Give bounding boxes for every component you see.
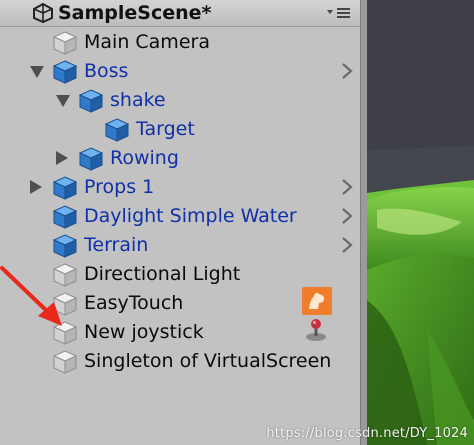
terrain-render: [367, 0, 474, 445]
prefab-cube-icon: [78, 88, 104, 114]
unity-logo-icon: [33, 3, 53, 23]
hierarchy-item-boss[interactable]: Boss: [0, 57, 362, 86]
prefab-cube-icon: [52, 59, 78, 85]
gameobject-cube-icon: [52, 349, 78, 375]
hierarchy-item-terrain[interactable]: Terrain: [0, 231, 362, 260]
prefab-cube-icon: [52, 175, 78, 201]
hierarchy-item-label: Target: [136, 118, 195, 140]
foldout-collapsed-icon[interactable]: [30, 180, 42, 194]
hierarchy-item-label: Directional Light: [84, 263, 241, 285]
prefab-open-chevron-icon[interactable]: [340, 178, 354, 196]
prefab-open-chevron-icon[interactable]: [340, 62, 354, 80]
scene-title[interactable]: SampleScene*: [58, 1, 211, 25]
hierarchy-item-label: Main Camera: [84, 31, 210, 53]
joystick-icon: [306, 319, 326, 341]
hierarchy-item-main-camera[interactable]: Main Camera: [0, 28, 362, 57]
hierarchy-item-target[interactable]: Target: [0, 115, 362, 144]
prefab-cube-icon: [52, 204, 78, 230]
hierarchy-item-label: Boss: [84, 60, 129, 82]
annotation-arrow: [0, 266, 62, 326]
hierarchy-item-label: Terrain: [84, 234, 149, 256]
easytouch-component-icon: [302, 287, 332, 315]
foldout-expanded-icon[interactable]: [56, 95, 70, 107]
hierarchy-item-label: Singleton of VirtualScreen: [84, 350, 332, 372]
hierarchy-item-label: New joystick: [84, 321, 204, 343]
foldout-expanded-icon[interactable]: [30, 66, 44, 78]
prefab-open-chevron-icon[interactable]: [340, 236, 354, 254]
hierarchy-item-shake[interactable]: shake: [0, 86, 362, 115]
hierarchy-item-rowing[interactable]: Rowing: [0, 144, 362, 173]
hierarchy-item-label: Daylight Simple Water: [84, 205, 297, 227]
hierarchy-item-label: EasyTouch: [84, 292, 184, 314]
gameobject-cube-icon: [52, 30, 78, 56]
hierarchy-item-label: Rowing: [110, 147, 179, 169]
options-menu-icon[interactable]: [326, 6, 352, 20]
prefab-cube-icon: [104, 117, 130, 143]
hierarchy-item-label: Props 1: [84, 176, 155, 198]
watermark-text: https://blog.csdn.net/DY_1024: [266, 426, 468, 441]
hierarchy-item-singleton-of-virtualscreen[interactable]: Singleton of VirtualScreen: [0, 347, 362, 376]
hierarchy-item-props-1[interactable]: Props 1: [0, 173, 362, 202]
prefab-cube-icon: [78, 146, 104, 172]
hierarchy-panel: SampleScene* Main Camera Boss shake Target R…: [0, 0, 362, 445]
hierarchy-item-label: shake: [110, 89, 166, 111]
scene-view[interactable]: [367, 0, 474, 445]
foldout-collapsed-icon[interactable]: [56, 151, 68, 165]
prefab-cube-icon: [52, 233, 78, 259]
hierarchy-header: SampleScene*: [0, 0, 362, 27]
hierarchy-item-daylight-simple-water[interactable]: Daylight Simple Water: [0, 202, 362, 231]
prefab-open-chevron-icon[interactable]: [340, 207, 354, 225]
